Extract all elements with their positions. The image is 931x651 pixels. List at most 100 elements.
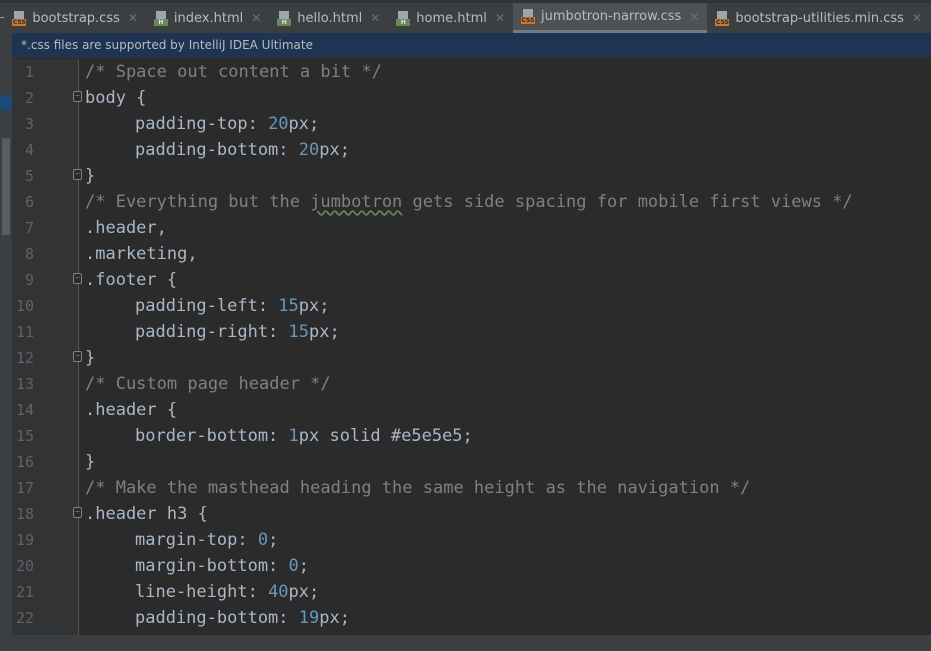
close-icon[interactable]: ✕ <box>370 11 380 25</box>
file-icon-glyph <box>155 10 166 19</box>
file-type-label: H <box>277 18 292 26</box>
token-text: ; <box>298 556 310 576</box>
token-text: px solid #e5e5e5; <box>298 426 473 446</box>
code-line: 6 /* Everything but the jumbotron gets si… <box>12 189 931 215</box>
line-number: 9 <box>24 271 34 289</box>
code-line: 5 −} <box>12 163 931 189</box>
fold-toggle-icon[interactable]: − <box>73 507 82 518</box>
token-text: } <box>85 348 96 368</box>
code-text: padding-bottom: 19px; <box>135 605 350 631</box>
horizontal-scrollbar[interactable] <box>0 635 931 651</box>
line-number: 19 <box>15 531 34 549</box>
fold-toggle-icon[interactable]: − <box>73 169 82 180</box>
token-number: 19 <box>298 608 320 628</box>
code-line: 15 border-bottom: 1px solid #e5e5e5; <box>12 423 931 449</box>
line-number: 3 <box>24 115 34 133</box>
line-number: 1 <box>24 63 34 81</box>
line-number: 2 <box>24 89 34 107</box>
tab-bootstrap-css[interactable]: CSS bootstrap.css ✕ <box>4 3 146 33</box>
line-number: 7 <box>24 219 34 237</box>
line-number: 6 <box>24 193 34 211</box>
code-line: 8 .marketing, <box>12 241 931 267</box>
token-text: } <box>85 166 96 186</box>
token-number: 0 <box>257 530 269 550</box>
code-text: .header { <box>85 397 177 423</box>
code-text: .footer { <box>85 267 177 293</box>
code-line: 3 padding-top: 20px; <box>12 111 931 137</box>
close-icon[interactable]: ✕ <box>689 10 699 24</box>
code-text: body { <box>85 85 146 111</box>
code-line: 20 margin-bottom: 0; <box>12 553 931 579</box>
file-icon-glyph <box>279 10 290 19</box>
code-editor[interactable]: 1/* Space out content a bit */2− body {3 p… <box>12 59 931 635</box>
code-line: 10 padding-left: 15px; <box>12 293 931 319</box>
token-text: px; <box>288 582 320 602</box>
token-text: .header h3 { <box>85 504 208 524</box>
fold-toggle-icon[interactable]: − <box>73 273 82 284</box>
token-comment: /* Custom page header */ <box>85 374 331 394</box>
line-number: 15 <box>15 427 34 445</box>
html-file-icon: H <box>277 10 292 26</box>
code-line: 22 padding-bottom: 19px; <box>12 605 931 631</box>
token-text: padding-top: <box>135 114 269 134</box>
tab-label: bootstrap-utilities.min.css <box>735 10 904 26</box>
code-line: 7 .header, <box>12 215 931 241</box>
code-text: /* Custom page header */ <box>85 371 331 397</box>
line-number: 22 <box>15 609 34 627</box>
token-text: .footer { <box>85 270 178 290</box>
code-text: } <box>85 449 95 475</box>
file-type-label: CSS <box>12 18 27 26</box>
code-text: } <box>85 163 95 189</box>
fold-toggle-icon[interactable]: − <box>73 91 82 102</box>
close-icon[interactable]: ✕ <box>912 11 922 25</box>
tab-index-html[interactable]: Hindex.html ✕ <box>146 3 269 33</box>
tab-hello-html[interactable]: Hhello.html ✕ <box>269 3 388 33</box>
close-icon[interactable]: ✕ <box>495 11 505 25</box>
left-tool-strip <box>0 33 12 635</box>
token-text: } <box>85 452 96 472</box>
code-text: margin-bottom: 0; <box>135 553 309 579</box>
code-text: .header h3 { <box>85 501 208 527</box>
fold-toggle-icon[interactable]: − <box>73 351 82 362</box>
token-comment: /* Everything but the <box>85 192 311 212</box>
code-text: /* Everything but the jumbotron gets sid… <box>85 189 853 215</box>
line-number: 14 <box>15 401 34 419</box>
file-type-label: CSS <box>520 17 535 24</box>
code-text: padding-right: 15px; <box>135 319 340 345</box>
token-text: .header { <box>85 400 178 420</box>
token-comment: /* Make the masthead heading the same he… <box>85 478 751 498</box>
scrollbar-thumb[interactable] <box>2 138 10 235</box>
token-text: border-bottom: <box>135 426 289 446</box>
css-file-icon: CSS <box>12 10 27 26</box>
line-number: 18 <box>15 505 34 523</box>
code-line: 2 − body { <box>12 85 931 111</box>
token-text: margin-bottom: <box>135 556 289 576</box>
selected-tool-indicator[interactable] <box>0 95 12 110</box>
code-text: .header, <box>85 215 167 241</box>
code-line: 12 −} <box>12 345 931 371</box>
code-line: 17 /* Make the masthead heading the same … <box>12 475 931 501</box>
close-icon[interactable]: ✕ <box>251 11 261 25</box>
tab-jumbotron-narrow-css[interactable]: CSS jumbotron-narrow.css ✕ <box>512 3 708 33</box>
token-text: ; <box>268 530 279 550</box>
file-type-label: CSS <box>715 18 730 26</box>
unsupported-file-banner: *.css files are supported by IntelliJ ID… <box>12 33 931 58</box>
token-text: padding-bottom: <box>135 140 299 160</box>
code-text: /* Space out content a bit */ <box>85 59 382 85</box>
code-line: 9 − .footer { <box>12 267 931 293</box>
css-file-icon: CSS <box>715 10 730 26</box>
file-icon-glyph <box>522 9 533 17</box>
token-number: 15 <box>278 296 299 316</box>
file-icon-glyph <box>398 10 409 19</box>
code-text: /* Make the masthead heading the same he… <box>85 475 750 501</box>
line-number: 17 <box>15 479 34 497</box>
tab-home-html[interactable]: Hhome.html ✕ <box>388 3 513 33</box>
line-number: 13 <box>15 375 34 393</box>
tab-bootstrap-utilities-min-css[interactable]: CSS bootstrap-utilities.min.css ✕ <box>707 3 930 33</box>
code-text: padding-bottom: 20px; <box>135 137 350 163</box>
token-number: 40 <box>268 582 289 602</box>
code-line: 14 .header { <box>12 397 931 423</box>
tab-label: index.html <box>173 10 244 26</box>
close-icon[interactable]: ✕ <box>128 11 138 25</box>
line-number: 20 <box>15 557 34 575</box>
